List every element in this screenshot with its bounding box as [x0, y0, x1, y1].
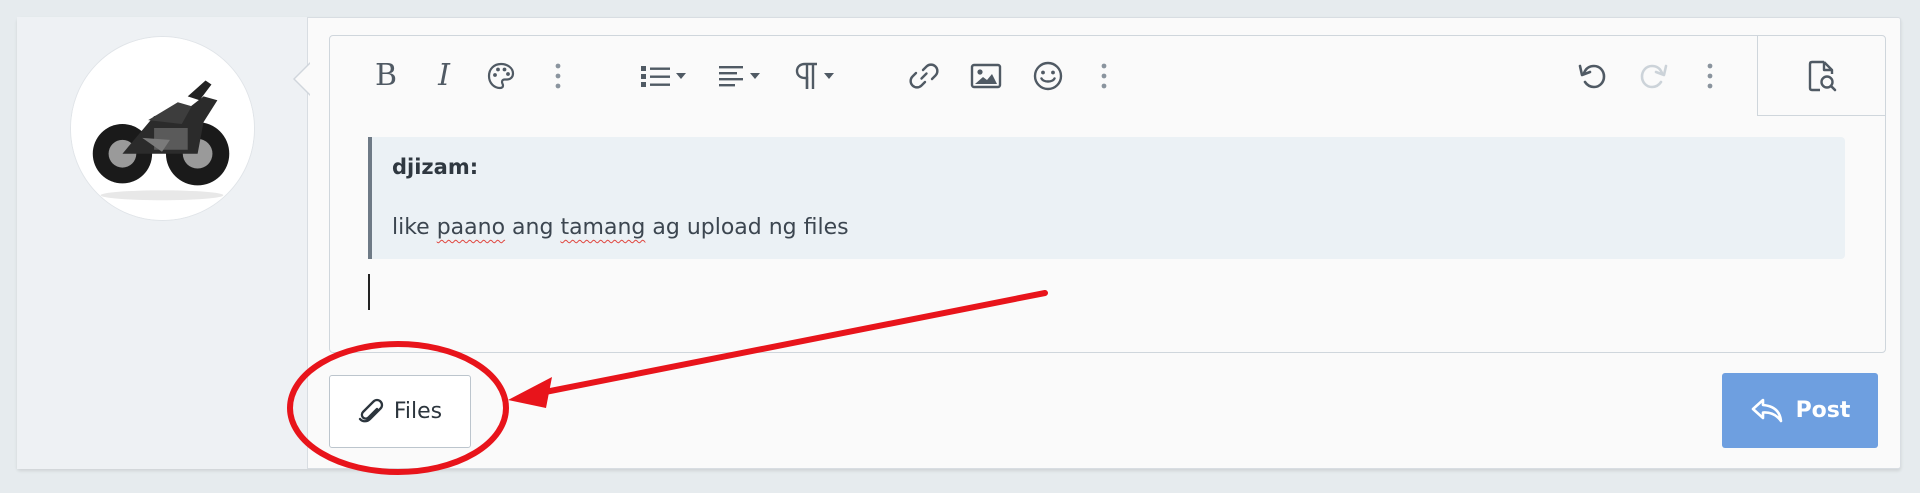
quote-author: djizam:: [392, 155, 479, 179]
link-icon: [909, 63, 939, 89]
more-insert-options-button[interactable]: [1094, 58, 1114, 94]
insert-emoji-button[interactable]: [1028, 58, 1068, 94]
image-icon: [970, 63, 1002, 89]
more-history-options-button[interactable]: [1700, 58, 1720, 94]
post-reply-button[interactable]: Post: [1722, 373, 1878, 448]
undo-icon: [1578, 64, 1606, 89]
paperclip-icon: [358, 398, 384, 422]
text-color-button[interactable]: [482, 58, 520, 94]
attach-files-button[interactable]: Files: [329, 375, 471, 448]
bold-button[interactable]: B: [368, 58, 404, 94]
rich-text-editor[interactable]: B I djizam: like paano ang tamang ag upl…: [329, 35, 1886, 353]
more-options-icon: [1707, 63, 1713, 89]
palette-icon: [487, 62, 515, 90]
post-button-label: Post: [1795, 398, 1851, 423]
editor-toolbar: B I: [330, 36, 1757, 116]
italic-icon: I: [438, 58, 450, 93]
quote-text: like paano ang tamang ag upload ng files: [392, 215, 849, 240]
avatar[interactable]: [70, 36, 255, 221]
quote-text-part: ag upload ng files: [645, 215, 849, 240]
list-dropdown-button[interactable]: [638, 58, 694, 94]
files-button-label: Files: [393, 399, 443, 424]
more-options-icon: [555, 63, 561, 89]
paragraph-dropdown-icon: [795, 62, 834, 89]
insert-image-button[interactable]: [966, 58, 1006, 94]
more-text-options-button[interactable]: [548, 58, 568, 94]
list-dropdown-icon: [641, 66, 686, 87]
align-dropdown-button[interactable]: [716, 58, 772, 94]
motorcycle-avatar-image: [71, 37, 254, 220]
reply-icon: [1751, 398, 1782, 422]
quote-text-part: ang: [505, 215, 561, 240]
align-dropdown-icon: [719, 66, 760, 87]
quote-text-part: like: [392, 215, 437, 240]
text-cursor: [368, 274, 370, 310]
speech-caret-inner: [295, 64, 310, 94]
message-input[interactable]: [368, 274, 1845, 334]
more-options-icon: [1101, 63, 1107, 89]
insert-link-button[interactable]: [904, 58, 944, 94]
bold-icon: B: [374, 58, 398, 93]
redo-icon: [1640, 64, 1668, 89]
preview-button[interactable]: [1757, 36, 1886, 116]
preview-icon: [1808, 60, 1837, 91]
paragraph-dropdown-button[interactable]: [792, 58, 848, 94]
italic-button[interactable]: I: [426, 58, 462, 94]
emoji-icon: [1033, 61, 1063, 91]
redo-button[interactable]: [1634, 58, 1674, 94]
misspelled-word: paano: [436, 215, 506, 240]
quote-block: djizam: like paano ang tamang ag upload …: [368, 137, 1845, 259]
misspelled-word: tamang: [560, 215, 646, 240]
undo-button[interactable]: [1572, 58, 1612, 94]
